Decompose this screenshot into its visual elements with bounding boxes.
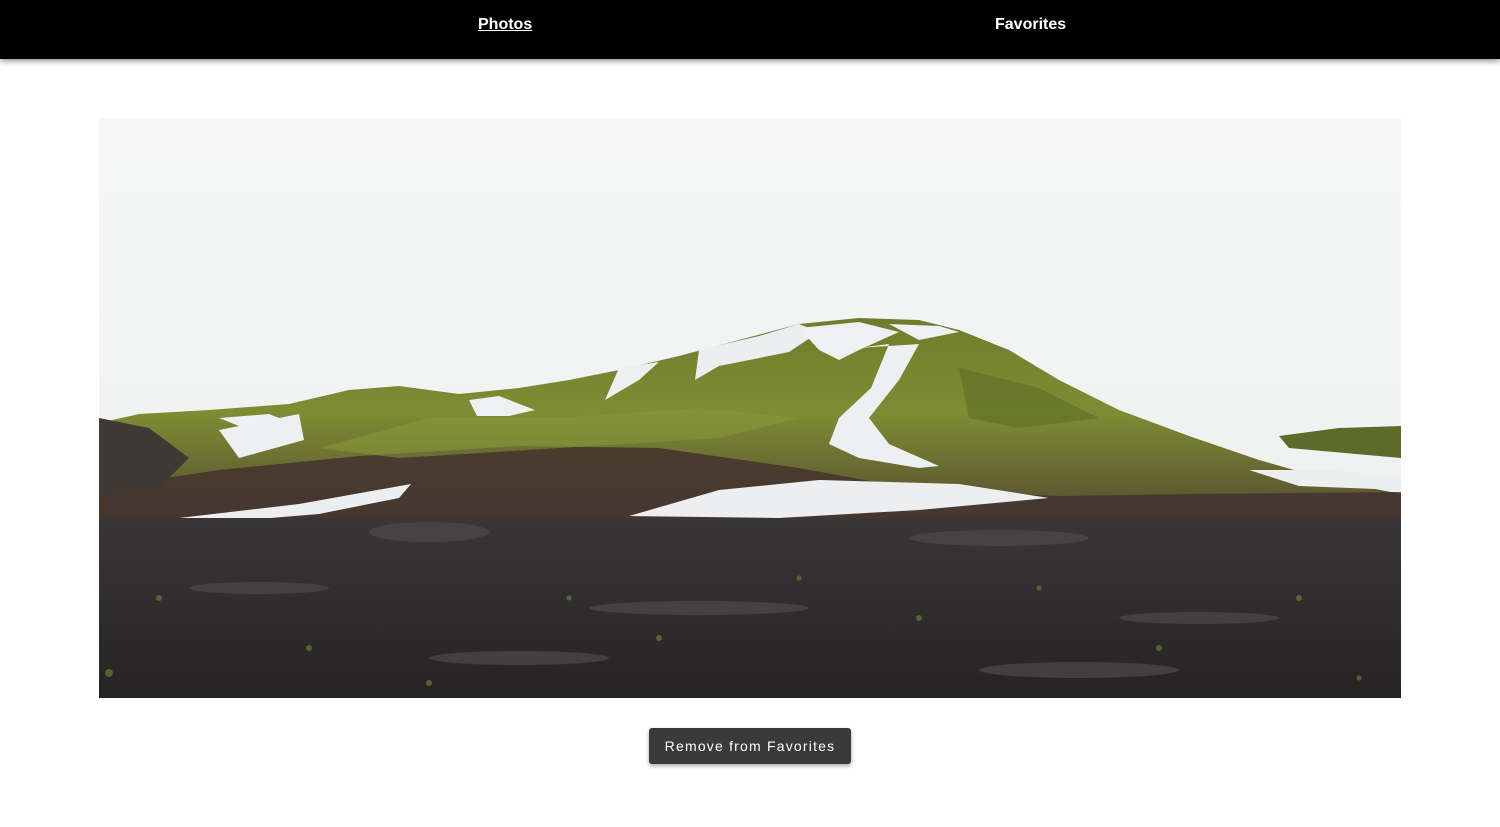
landscape-photo xyxy=(99,118,1401,698)
top-navbar: Photos Favorites xyxy=(0,0,1500,59)
nav-link-photos[interactable]: Photos xyxy=(478,0,532,50)
nav-link-favorites[interactable]: Favorites xyxy=(995,0,1066,50)
photo-image xyxy=(99,118,1401,698)
remove-from-favorites-button[interactable]: Remove from Favorites xyxy=(649,728,851,764)
